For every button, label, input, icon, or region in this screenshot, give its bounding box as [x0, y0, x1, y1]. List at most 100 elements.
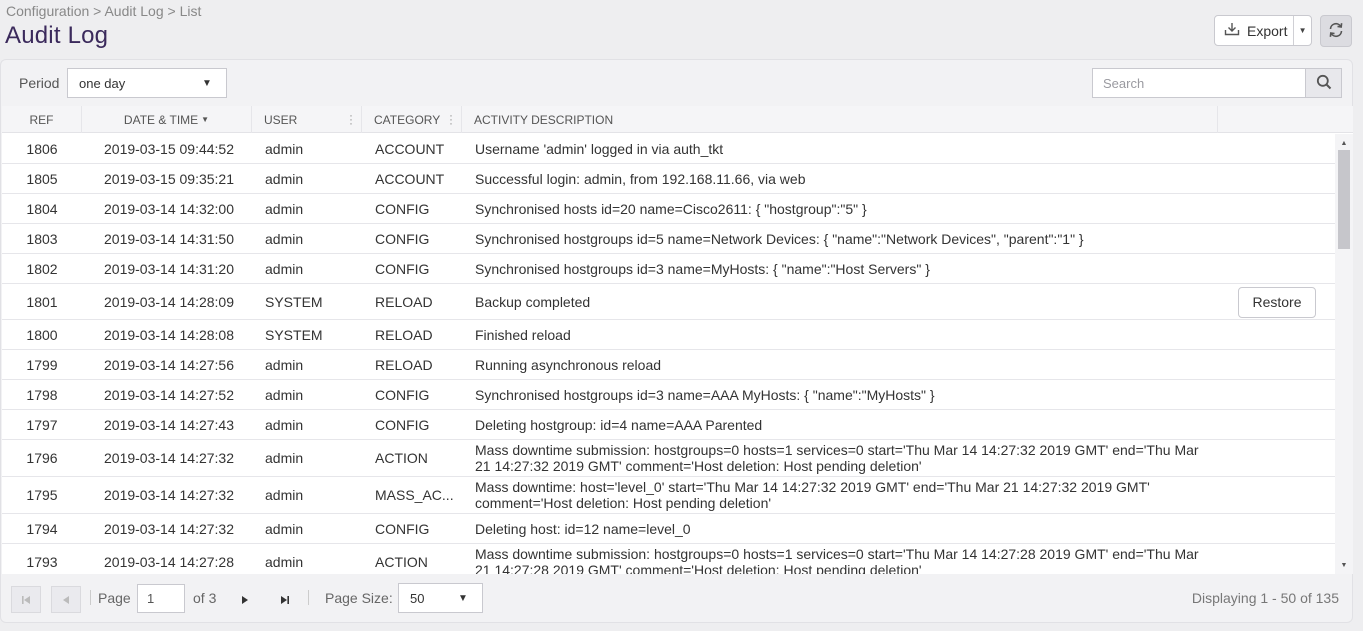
user-cell: admin — [265, 170, 304, 187]
table-row[interactable]: 1806 2019-03-15 09:44:52 admin ACCOUNT Usern… — [2, 134, 1335, 164]
user-cell: SYSTEM — [265, 293, 323, 310]
description-cell: Synchronised hostgroups id=3 name=MyHost… — [475, 260, 930, 277]
refresh-icon — [1327, 21, 1345, 42]
description-cell: Mass downtime submission: hostgroups=0 h… — [475, 546, 1199, 574]
first-page-icon — [22, 595, 30, 604]
description-cell: Synchronised hostgroups id=3 name=AAA My… — [475, 386, 935, 403]
user-cell: SYSTEM — [265, 326, 323, 343]
category-cell: CONFIG — [375, 200, 430, 217]
column-header-category[interactable]: CATEGORY · · · — [362, 106, 462, 133]
table-row[interactable]: 1803 2019-03-14 14:31:50 admin CONFIG Synchr… — [2, 224, 1335, 254]
category-cell: MASS_AC... — [375, 487, 454, 503]
table-row[interactable]: 1797 2019-03-14 14:27:43 admin CONFIG Deleti… — [2, 410, 1335, 440]
user-cell: admin — [265, 386, 304, 403]
date-cell: 2019-03-15 09:35:21 — [104, 170, 234, 187]
export-dropdown-caret-icon[interactable]: ▼ — [1294, 26, 1311, 35]
column-menu-icon[interactable]: · · · — [449, 109, 453, 129]
column-header-date[interactable]: DATE & TIME ▼ — [82, 106, 252, 133]
table-row[interactable]: 1801 2019-03-14 14:28:09 SYSTEM RELOAD Backu… — [2, 284, 1335, 320]
last-page-button[interactable] — [270, 586, 300, 613]
date-cell: 2019-03-14 14:32:00 — [104, 200, 234, 217]
page-count-label: of 3 — [193, 590, 217, 606]
column-header-ref[interactable]: REF — [2, 106, 82, 133]
category-cell: ACCOUNT — [375, 170, 445, 187]
description-cell: Successful login: admin, from 192.168.11… — [475, 170, 806, 187]
last-page-icon — [281, 595, 289, 604]
date-cell: 2019-03-14 14:31:50 — [104, 230, 234, 247]
period-select[interactable]: one day ▼ — [67, 68, 227, 98]
page-size-value: 50 — [410, 590, 425, 606]
category-cell: CONFIG — [375, 260, 430, 277]
user-cell: admin — [265, 520, 304, 537]
table-row[interactable]: 1795 2019-03-14 14:27:32 admin MASS_AC... Ma… — [2, 477, 1335, 514]
page-number-input[interactable] — [137, 584, 185, 613]
date-cell: 2019-03-14 14:27:32 — [104, 487, 234, 503]
ref-cell: 1797 — [26, 416, 58, 433]
user-cell: admin — [265, 140, 304, 157]
download-icon — [1224, 22, 1240, 39]
table-row[interactable]: 1804 2019-03-14 14:32:00 admin CONFIG Synchr… — [2, 194, 1335, 224]
ref-cell: 1796 — [26, 450, 58, 466]
scrollbar-thumb[interactable] — [1338, 150, 1350, 249]
table-row[interactable]: 1794 2019-03-14 14:27:32 admin CONFIG Deleti… — [2, 514, 1335, 544]
previous-page-button[interactable] — [51, 586, 81, 613]
user-cell: admin — [265, 230, 304, 247]
category-cell: RELOAD — [375, 356, 433, 373]
column-menu-icon[interactable]: · · · — [349, 109, 353, 129]
table-row[interactable]: 1793 2019-03-14 14:27:28 admin ACTION Mass d… — [2, 544, 1335, 574]
column-header-description-label: ACTIVITY DESCRIPTION — [474, 112, 614, 127]
export-button[interactable]: Export ▼ — [1214, 15, 1312, 46]
date-cell: 2019-03-14 14:27:32 — [104, 450, 234, 466]
date-cell: 2019-03-14 14:27:32 — [104, 520, 234, 537]
grid-header: REF DATE & TIME ▼ USER · · · CATEGORY · · · … — [2, 106, 1353, 133]
export-label: Export — [1247, 22, 1288, 39]
description-cell: Synchronised hosts id=20 name=Cisco2611:… — [475, 200, 867, 217]
column-header-description[interactable]: ACTIVITY DESCRIPTION — [462, 106, 1218, 133]
search-input[interactable] — [1093, 69, 1305, 97]
page-size-select[interactable]: 50 ▼ — [398, 583, 483, 613]
first-page-button[interactable] — [11, 586, 41, 613]
description-cell: Username 'admin' logged in via auth_tkt — [475, 140, 724, 157]
page-size-label: Page Size: — [325, 590, 393, 606]
table-row[interactable]: 1796 2019-03-14 14:27:32 admin ACTION Mass d… — [2, 440, 1335, 477]
ref-cell: 1805 — [26, 170, 58, 187]
description-cell: Mass downtime submission: hostgroups=0 h… — [475, 442, 1199, 474]
search-button[interactable] — [1305, 69, 1341, 97]
restore-button[interactable]: Restore — [1238, 286, 1316, 318]
user-cell: admin — [265, 554, 304, 570]
period-label: Period — [19, 75, 60, 91]
audit-log-panel: Period one day ▼ REF DATE & TIME ▼ USER … — [0, 59, 1353, 623]
vertical-scrollbar[interactable]: ▲ ▼ — [1335, 134, 1353, 574]
category-cell: CONFIG — [375, 230, 430, 247]
sort-descending-icon: ▼ — [201, 115, 210, 124]
date-cell: 2019-03-14 14:27:52 — [104, 386, 234, 403]
category-cell: ACTION — [375, 554, 428, 570]
scroll-down-arrow-icon[interactable]: ▼ — [1335, 558, 1353, 572]
ref-cell: 1806 — [26, 140, 58, 157]
description-cell: Mass downtime: host='level_0' start='Thu… — [475, 479, 1150, 511]
table-row[interactable]: 1799 2019-03-14 14:27:56 admin RELOAD Runnin… — [2, 350, 1335, 380]
date-cell: 2019-03-14 14:31:20 — [104, 260, 234, 277]
column-header-user[interactable]: USER · · · — [252, 106, 362, 133]
refresh-button[interactable] — [1320, 15, 1352, 47]
scroll-up-arrow-icon[interactable]: ▲ — [1335, 136, 1353, 150]
table-row[interactable]: 1798 2019-03-14 14:27:52 admin CONFIG Synchr… — [2, 380, 1335, 410]
user-cell: admin — [265, 200, 304, 217]
ref-cell: 1804 — [26, 200, 58, 217]
date-cell: 2019-03-15 09:44:52 — [104, 140, 234, 157]
ref-cell: 1800 — [26, 326, 58, 343]
table-row[interactable]: 1800 2019-03-14 14:28:08 SYSTEM RELOAD Finis… — [2, 320, 1335, 350]
next-page-button[interactable] — [230, 586, 260, 613]
user-cell: admin — [265, 416, 304, 433]
user-cell: admin — [265, 356, 304, 373]
pagination-bar: Page of 3 Page Size: 50 ▼ Displaying 1 -… — [1, 574, 1352, 624]
period-value: one day — [79, 75, 126, 91]
table-row[interactable]: 1805 2019-03-15 09:35:21 admin ACCOUNT Succe… — [2, 164, 1335, 194]
page-label: Page — [98, 590, 131, 606]
column-header-category-label: CATEGORY — [374, 112, 441, 127]
table-row[interactable]: 1802 2019-03-14 14:31:20 admin CONFIG Synchr… — [2, 254, 1335, 284]
date-cell: 2019-03-14 14:27:43 — [104, 416, 234, 433]
breadcrumb: Configuration > Audit Log > List — [6, 3, 202, 19]
ref-cell: 1793 — [26, 554, 58, 570]
displaying-count: Displaying 1 - 50 of 135 — [1191, 590, 1339, 606]
